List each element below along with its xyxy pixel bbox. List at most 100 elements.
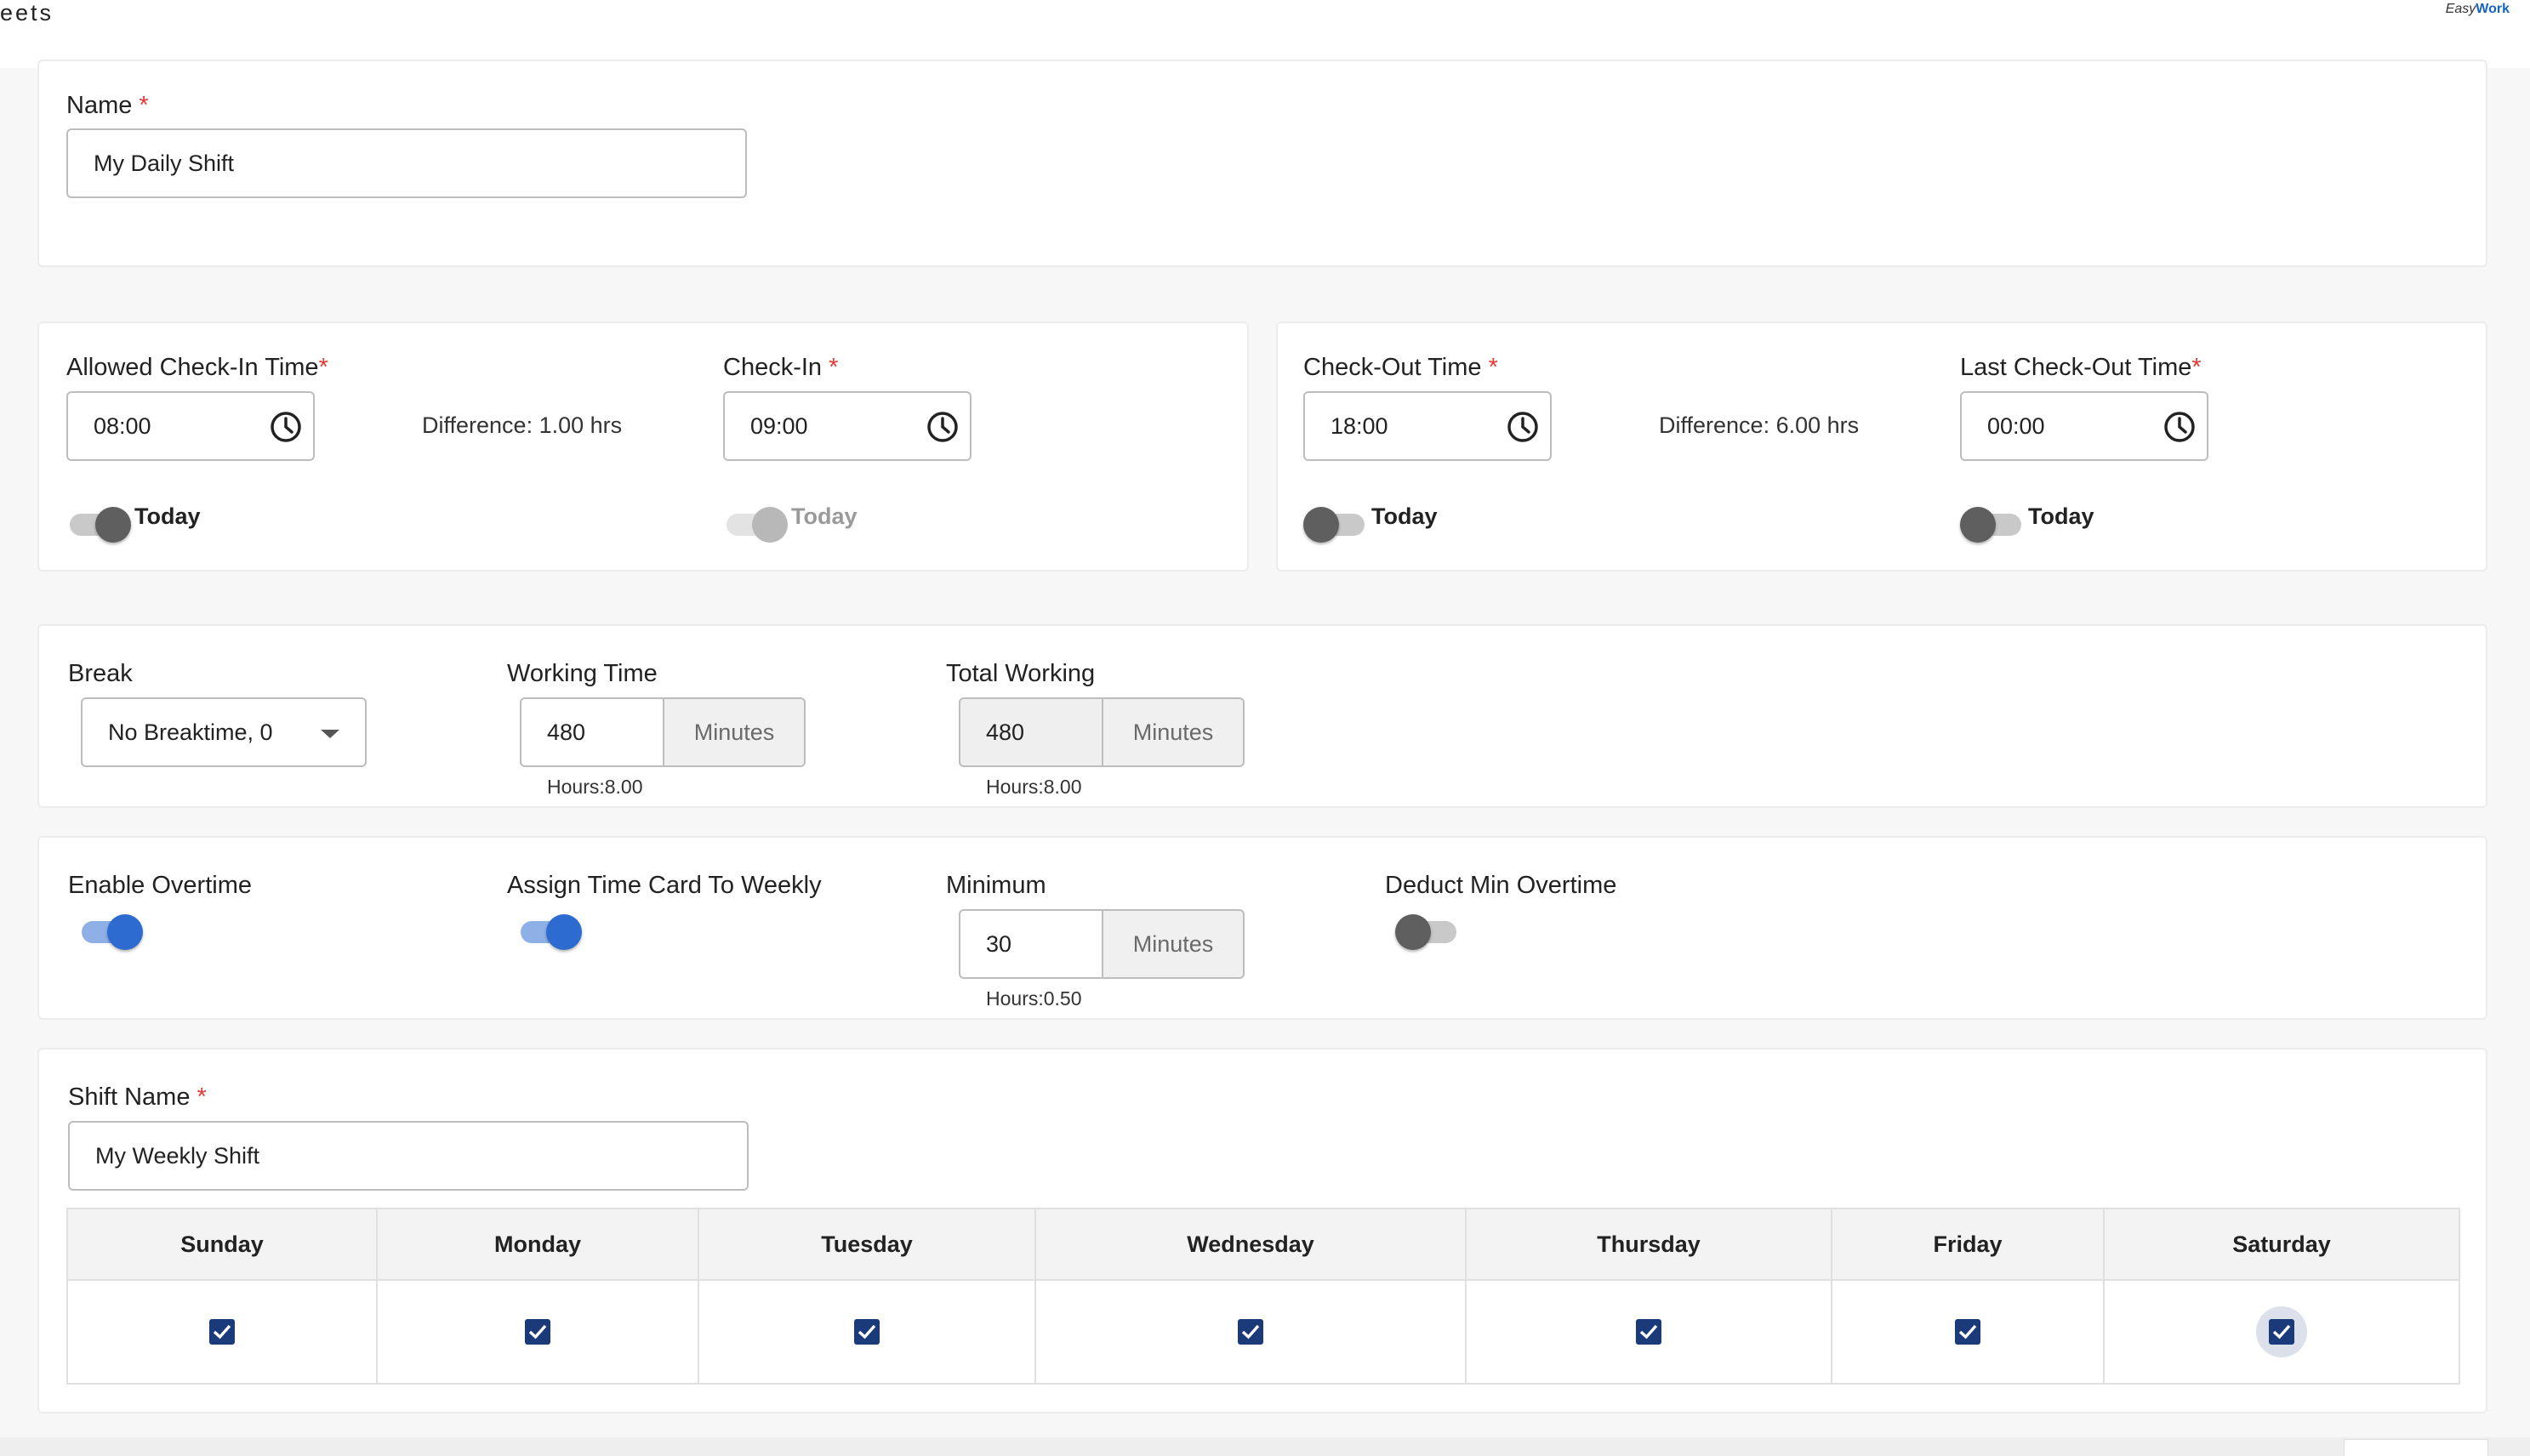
assign-weekly-toggle[interactable] — [517, 910, 582, 950]
checkbox-wrapper — [1942, 1306, 1993, 1357]
check-icon — [213, 1324, 231, 1339]
clock-icon[interactable] — [269, 410, 303, 444]
sunday-checkbox[interactable] — [209, 1318, 235, 1345]
required-mark: * — [139, 92, 149, 119]
day-header-saturday: Saturday — [2103, 1208, 2460, 1281]
check-icon — [2272, 1324, 2291, 1339]
saturday-checkbox[interactable] — [2269, 1318, 2294, 1345]
checkin-difference: Difference: 1.00 hrs — [422, 412, 623, 438]
weekdays-header-row: Sunday Monday Tuesday Wednesday Thursday… — [66, 1208, 2460, 1281]
today-label: Today — [1371, 503, 1438, 529]
day-cell-wednesday — [1034, 1279, 1467, 1385]
working-time-input[interactable]: 480 — [520, 697, 664, 767]
shift-name-input[interactable]: My Weekly Shift — [68, 1121, 749, 1191]
working-time-value: 480 — [547, 719, 586, 745]
day-header-wednesday: Wednesday — [1034, 1208, 1467, 1281]
clock-icon[interactable] — [2162, 410, 2197, 444]
check-icon — [528, 1324, 547, 1339]
checkbox-wrapper — [1225, 1306, 1276, 1357]
name-input[interactable]: My Daily Shift — [66, 128, 747, 198]
allowed-checkin-label: Allowed Check-In Time* — [66, 354, 328, 382]
thursday-checkbox[interactable] — [1636, 1318, 1661, 1345]
required-mark: * — [2191, 354, 2202, 381]
day-header-friday: Friday — [1831, 1208, 2105, 1281]
minimum-overtime-input[interactable]: 30 — [959, 909, 1103, 979]
minimum-overtime-value: 30 — [986, 930, 1012, 957]
friday-checkbox[interactable] — [1955, 1318, 1980, 1345]
checkbox-focus-ring — [2256, 1306, 2307, 1357]
day-header-tuesday: Tuesday — [698, 1208, 1036, 1281]
working-time-label: Working Time — [507, 660, 658, 687]
logo-text-a: Easy — [2445, 2, 2476, 16]
weekdays-checkbox-row — [66, 1279, 2460, 1385]
enable-overtime-label: Enable Overtime — [68, 872, 252, 899]
checkbox-wrapper — [197, 1306, 248, 1357]
last-checkout-value: 00:00 — [1987, 412, 2045, 439]
day-cell-thursday — [1465, 1279, 1832, 1385]
checkbox-wrapper — [841, 1306, 892, 1357]
day-cell-monday — [376, 1279, 699, 1385]
checkout-label: Check-Out Time * — [1303, 354, 1498, 382]
checkbox-wrapper — [512, 1306, 563, 1357]
today-label: Today — [2028, 503, 2094, 529]
check-icon — [1958, 1324, 1977, 1339]
overtime-card — [37, 836, 2487, 1020]
app-logo: EasyWork — [2446, 2, 2510, 17]
checkout-time-input[interactable]: 18:00 — [1303, 391, 1552, 461]
break-label: Break — [68, 660, 133, 687]
checkin-label-text: Check-In — [723, 354, 829, 381]
allowed-checkin-time-input[interactable]: 08:00 — [66, 391, 315, 461]
wednesday-checkbox[interactable] — [1238, 1318, 1263, 1345]
top-bar: eets EasyWork — [0, 0, 2530, 68]
check-icon — [1241, 1324, 1260, 1339]
name-label: Name * — [66, 92, 149, 120]
allowed-checkin-value: 08:00 — [94, 412, 151, 439]
clock-icon[interactable] — [1506, 410, 1540, 444]
day-header-sunday: Sunday — [66, 1208, 378, 1281]
last-checkout-today-toggle[interactable] — [1960, 503, 2025, 543]
deduct-min-overtime-toggle[interactable] — [1395, 910, 1460, 950]
bottom-tab[interactable] — [2344, 1439, 2488, 1456]
break-select[interactable]: No Breaktime, 0 — [81, 697, 367, 767]
tuesday-checkbox[interactable] — [854, 1318, 880, 1345]
today-label: Today — [134, 503, 201, 529]
checkin-time-input[interactable]: 09:00 — [723, 391, 972, 461]
day-cell-tuesday — [698, 1279, 1036, 1385]
chevron-down-icon — [321, 730, 339, 738]
bottom-strip — [0, 1437, 2530, 1456]
name-input-value: My Daily Shift — [94, 150, 235, 176]
checkout-today-toggle[interactable] — [1303, 503, 1368, 543]
clock-icon[interactable] — [926, 410, 960, 444]
checkbox-wrapper — [1623, 1306, 1674, 1357]
working-time-hours: Hours:8.00 — [547, 776, 643, 798]
day-cell-saturday — [2103, 1279, 2460, 1385]
day-header-monday: Monday — [376, 1208, 699, 1281]
weekdays-table: Sunday Monday Tuesday Wednesday Thursday… — [66, 1208, 2460, 1385]
required-mark: * — [829, 354, 839, 381]
shift-name-value: My Weekly Shift — [95, 1142, 260, 1169]
working-time-unit: Minutes — [663, 697, 806, 767]
required-mark: * — [1488, 354, 1498, 381]
last-checkout-time-input[interactable]: 00:00 — [1960, 391, 2208, 461]
monday-checkbox[interactable] — [525, 1318, 550, 1345]
allowed-checkin-today-toggle[interactable] — [66, 503, 131, 543]
checkout-label-text: Check-Out Time — [1303, 354, 1489, 381]
total-working-input: 480 — [959, 697, 1103, 767]
minimum-label: Minimum — [946, 872, 1046, 899]
today-label: Today — [791, 503, 858, 529]
enable-overtime-toggle[interactable] — [78, 910, 143, 950]
required-mark: * — [318, 354, 328, 381]
day-cell-sunday — [66, 1279, 378, 1385]
break-card — [37, 624, 2487, 808]
minimum-overtime-hours: Hours:0.50 — [986, 987, 1082, 1010]
checkin-today-toggle[interactable] — [723, 503, 788, 543]
assign-weekly-label: Assign Time Card To Weekly — [507, 872, 822, 899]
page-title: eets — [0, 0, 54, 26]
total-working-label: Total Working — [946, 660, 1096, 687]
day-cell-friday — [1831, 1279, 2105, 1385]
checkin-value: 09:00 — [750, 412, 808, 439]
check-icon — [858, 1324, 876, 1339]
checkin-label: Check-In * — [723, 354, 838, 382]
minimum-overtime-unit: Minutes — [1102, 909, 1245, 979]
day-header-thursday: Thursday — [1465, 1208, 1832, 1281]
